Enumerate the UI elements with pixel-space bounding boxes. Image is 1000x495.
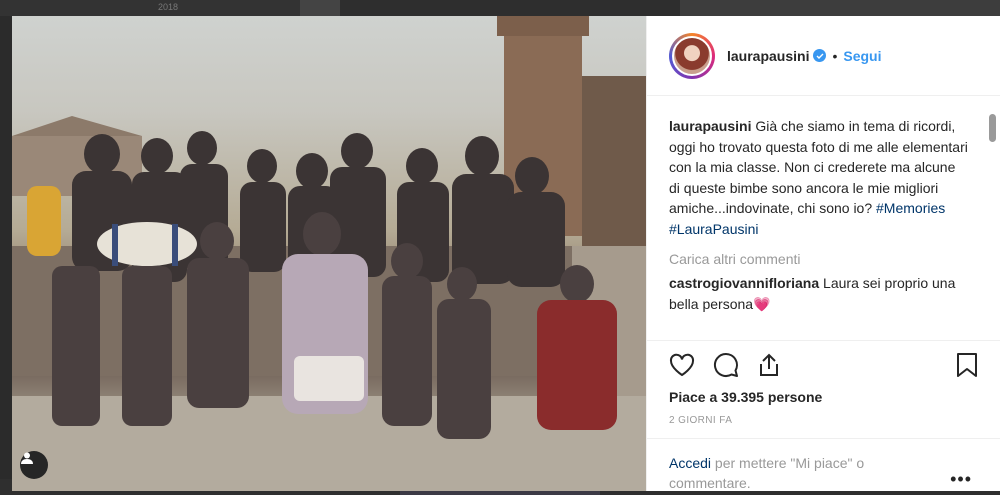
background-year-label: 2018 bbox=[158, 2, 179, 12]
class-photo-illustration bbox=[12, 16, 646, 491]
avatar[interactable] bbox=[669, 32, 715, 79]
post-modal: laurapausini • Segui laurapausini Già ch… bbox=[12, 16, 1000, 491]
header-username[interactable]: laurapausini bbox=[727, 48, 809, 64]
scrollbar-thumb[interactable] bbox=[989, 114, 996, 142]
more-options-icon[interactable]: ••• bbox=[950, 469, 972, 490]
login-link[interactable]: Accedi bbox=[669, 455, 711, 471]
likes-count[interactable]: Piace a 39.395 persone bbox=[669, 389, 978, 405]
comment-username[interactable]: castrogiovannifloriana bbox=[669, 275, 819, 291]
comment-bubble-icon[interactable] bbox=[713, 349, 745, 381]
background-thumbnails-top: 2018 bbox=[0, 0, 1000, 16]
action-bar bbox=[669, 341, 978, 389]
post-timestamp: 2 GIORNI FA bbox=[669, 415, 733, 426]
comments-scrollbar[interactable] bbox=[989, 114, 996, 340]
follow-button[interactable]: Segui bbox=[843, 48, 881, 64]
post-caption: laurapausini Già che siamo in tema di ri… bbox=[669, 116, 969, 239]
header-separator: • bbox=[832, 47, 838, 64]
post-sidebar: laurapausini • Segui laurapausini Già ch… bbox=[646, 16, 1000, 491]
hashtag-laurapausini[interactable]: #LauraPausini bbox=[669, 221, 759, 237]
post-actions-area: Piace a 39.395 persone 2 GIORNI FA bbox=[647, 340, 1000, 426]
login-prompt-area: Accedi per mettere "Mi piace" o commenta… bbox=[647, 438, 1000, 493]
verified-badge-icon bbox=[813, 49, 827, 62]
post-photo[interactable] bbox=[12, 16, 646, 491]
heart-outline-icon[interactable] bbox=[669, 349, 701, 381]
post-header: laurapausini • Segui bbox=[647, 16, 1000, 96]
avatar-image bbox=[672, 35, 712, 76]
list-item: castrogiovannifloriana Laura sei proprio… bbox=[669, 273, 969, 315]
user-tag-icon[interactable] bbox=[20, 451, 48, 479]
hashtag-memories[interactable]: #Memories bbox=[876, 200, 945, 216]
login-prompt: Accedi per mettere "Mi piace" o commenta… bbox=[669, 453, 909, 493]
load-more-comments-button[interactable]: Carica altri commenti bbox=[669, 251, 978, 267]
comments-list: laurapausini Già che siamo in tema di ri… bbox=[647, 96, 1000, 340]
heart-emoji: 💗 bbox=[753, 296, 771, 312]
share-upload-icon[interactable] bbox=[757, 349, 789, 381]
bookmark-icon[interactable] bbox=[946, 349, 978, 381]
caption-username[interactable]: laurapausini bbox=[669, 118, 751, 134]
